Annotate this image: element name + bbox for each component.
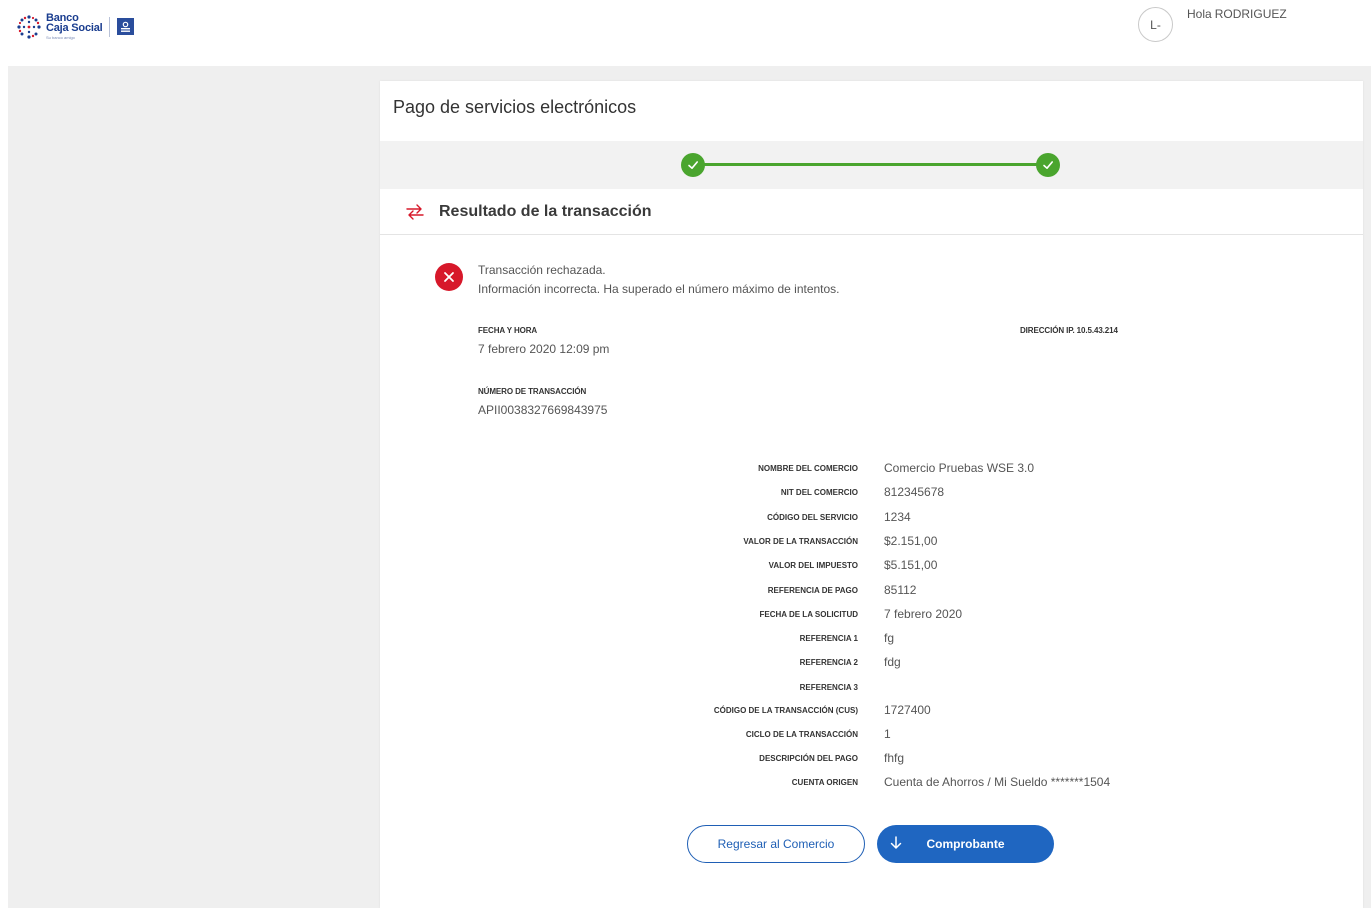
user-greeting: Hola RODRIGUEZ [1187, 7, 1287, 21]
detail-value: fdg [884, 655, 901, 670]
detail-value: 1234 [884, 509, 911, 524]
detail-row: NIT DEL COMERCIO 812345678 [380, 485, 1363, 503]
date-value: 7 febrero 2020 12:09 pm [478, 342, 610, 356]
logo-text: Banco Caja Social Su banco amigo [46, 13, 103, 41]
top-bar: Banco Caja Social Su banco amigo L- Hola… [0, 0, 1371, 66]
detail-value: $5.151,00 [884, 558, 938, 573]
detail-label: VALOR DEL IMPUESTO [768, 561, 858, 571]
detail-row: REFERENCIA 3 [380, 680, 1363, 698]
detail-label: REFERENCIA 3 [799, 682, 858, 692]
page-title: Pago de servicios electrónicos [393, 97, 637, 117]
status-detail: Información incorrecta. Ha superado el n… [478, 282, 840, 296]
step-1-check-icon [681, 153, 705, 177]
detail-label: FECHA DE LA SOLICITUD [759, 609, 858, 619]
user-avatar[interactable]: L- [1138, 7, 1173, 42]
detail-value: 85112 [884, 582, 917, 597]
detail-value: 1 [884, 726, 891, 741]
date-label: FECHA Y HORA [478, 326, 538, 335]
back-to-merchant-button[interactable]: Regresar al Comercio [687, 825, 865, 863]
detail-value: Cuenta de Ahorros / Mi Sueldo *******150… [884, 775, 1111, 790]
download-arrow-icon [890, 836, 902, 849]
receipt-button[interactable]: Comprobante [877, 825, 1054, 863]
status-message: Transacción rechazada. [478, 263, 606, 277]
foundation-badge-icon [116, 18, 134, 35]
detail-label: NOMBRE DEL COMERCIO [758, 464, 858, 473]
detail-row: FECHA DE LA SOLICITUD 7 febrero 2020 [380, 607, 1363, 625]
logo-tagline: Su banco amigo [46, 35, 75, 40]
detail-row: NOMBRE DEL COMERCIO Comercio Pruebas WSE … [380, 461, 1363, 479]
detail-label: NIT DEL COMERCIO [780, 488, 858, 498]
exchange-arrows-icon [406, 204, 424, 220]
section-header: Resultado de la transacción [380, 189, 1363, 235]
detail-row: CÓDIGO DEL SERVICIO 1234 [380, 510, 1363, 528]
detail-row: CICLO DE LA TRANSACCIÓN 1 [380, 727, 1363, 745]
logo-line-2: Caja Social [46, 22, 103, 34]
detail-row: REFERENCIA 2 fdg [380, 655, 1363, 673]
detail-value: fg [884, 631, 895, 646]
transaction-number-value: APII0038327669843975 [478, 403, 608, 417]
detail-value: fhfg [884, 751, 905, 766]
detail-value: $2.151,00 [884, 533, 938, 548]
step-2-check-icon [1036, 153, 1060, 177]
detail-row: DESCRIPCIÓN DEL PAGO fhfg [380, 751, 1363, 769]
detail-row: CÓDIGO DE LA TRANSACCIÓN (CUS) 1727400 [380, 703, 1363, 721]
bank-logo[interactable]: Banco Caja Social Su banco amigo [16, 13, 134, 40]
detail-label: REFERENCIA 2 [799, 658, 858, 668]
detail-value: 7 febrero 2020 [884, 606, 963, 621]
logo-divider [108, 16, 110, 37]
detail-value: 1727400 [884, 702, 931, 717]
progress-stepper [380, 141, 1363, 189]
detail-value: 812345678 [884, 485, 945, 500]
detail-label: CÓDIGO DE LA TRANSACCIÓN (CUS) [713, 705, 858, 715]
user-name: RODRIGUEZ [1214, 7, 1287, 21]
detail-label: REFERENCIA 1 [799, 634, 858, 644]
detail-label: VALOR DE LA TRANSACCIÓN [743, 536, 858, 546]
detail-label: CUENTA ORIGEN [791, 778, 858, 788]
error-x-icon [435, 263, 463, 291]
stepper-line [694, 163, 1048, 166]
left-panel-strip [0, 66, 8, 908]
transaction-number-label: NÚMERO DE TRANSACCIÓN [478, 387, 587, 396]
detail-row: VALOR DE LA TRANSACCIÓN $2.151,00 [380, 534, 1363, 552]
detail-row: REFERENCIA DE PAGO 85112 [380, 583, 1363, 601]
transaction-card: Pago de servicios electrónicos Resultado… [380, 81, 1363, 908]
detail-row: REFERENCIA 1 fg [380, 631, 1363, 649]
detail-label: CICLO DE LA TRANSACCIÓN [745, 729, 858, 739]
detail-row: CUENTA ORIGEN Cuenta de Ahorros / Mi Suel… [380, 775, 1363, 793]
ip-address-label: DIRECCIÓN IP. 10.5.43.214 [1020, 326, 1118, 335]
receipt-button-label: Comprobante [926, 837, 1005, 851]
detail-row: VALOR DEL IMPUESTO $5.151,00 [380, 558, 1363, 576]
detail-value: Comercio Pruebas WSE 3.0 [884, 461, 1035, 475]
greeting-prefix: Hola [1187, 7, 1212, 21]
detail-label: CÓDIGO DEL SERVICIO [767, 512, 858, 522]
detail-label: REFERENCIA DE PAGO [767, 585, 858, 595]
section-title: Resultado de la transacción [439, 203, 652, 220]
detail-label: DESCRIPCIÓN DEL PAGO [759, 754, 858, 764]
logo-burst-icon [17, 14, 41, 39]
